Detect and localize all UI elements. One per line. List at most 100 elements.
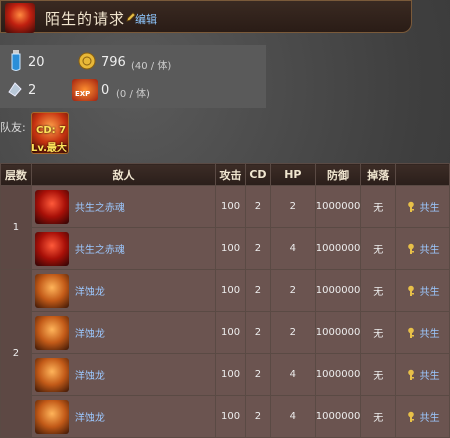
enemy-avatar[interactable]: [34, 399, 69, 434]
floor-cell: 1: [0, 185, 32, 270]
crystal-value: 2: [28, 83, 37, 98]
drop-cell: 无: [360, 269, 397, 312]
enemy-avatar[interactable]: [34, 273, 69, 308]
key-icon: [407, 201, 414, 212]
stats-panel: 20 796 (40 / 体) 2 EXP 0 (0 / 体): [0, 45, 266, 108]
enemy-avatar[interactable]: [34, 231, 69, 266]
attack-cell: 100: [215, 269, 246, 312]
defense-cell: 1000000: [314, 227, 362, 270]
enemy-cell: 洋蚀龙: [30, 311, 217, 354]
enemy-cell: 洋蚀龙: [30, 353, 217, 396]
enemy-cell: 共生之赤魂: [30, 185, 217, 228]
table-row: 洋蚀龙 100 2 2 1000000 无 共生: [1, 311, 450, 354]
hp-cell: 2: [269, 269, 316, 312]
reward-link[interactable]: 共生: [420, 409, 440, 424]
stamina-vial-icon: [11, 50, 21, 71]
reward-cell: 共生: [395, 395, 450, 438]
key-icon: [407, 243, 414, 254]
reward-link[interactable]: 共生: [420, 367, 440, 382]
enemy-name[interactable]: 洋蚀龙: [75, 283, 105, 298]
drop-cell: 无: [360, 353, 397, 396]
hp-cell: 4: [269, 353, 316, 396]
table-row: 1 共生之赤魂 100 2 2 1000000 无 共生: [0, 185, 450, 270]
hp-cell: 2: [269, 311, 316, 354]
attack-cell: 100: [215, 185, 246, 228]
drop-cell: 无: [360, 395, 397, 438]
header-cd: CD: [244, 163, 271, 186]
team-label: 队友:: [0, 121, 26, 134]
coins-value: 796: [101, 55, 126, 70]
cd-cell: 2: [244, 395, 271, 438]
reward-link[interactable]: 共生: [420, 283, 440, 298]
enemy-cell: 洋蚀龙: [30, 395, 217, 438]
attack-cell: 100: [215, 227, 246, 270]
reward-cell: 共生: [395, 269, 450, 312]
reward-cell: 共生: [395, 311, 450, 354]
edit-link[interactable]: 编辑: [135, 11, 157, 27]
hp-cell: 4: [269, 227, 316, 270]
key-icon: [407, 285, 414, 296]
enemy-name[interactable]: 洋蚀龙: [75, 325, 105, 340]
enemy-name[interactable]: 共生之赤魂: [75, 241, 125, 256]
defense-cell: 1000000: [314, 185, 362, 228]
defense-cell: 1000000: [314, 269, 362, 312]
header-floor: 层数: [0, 163, 32, 186]
exp-value: 0: [101, 83, 110, 98]
drop-cell: 无: [360, 185, 397, 228]
enemy-avatar[interactable]: [34, 189, 69, 224]
header-attack: 攻击: [215, 163, 246, 186]
enemy-name[interactable]: 洋蚀龙: [75, 409, 105, 424]
cd-cell: 2: [244, 185, 271, 228]
table-row: 共生之赤魂 100 2 4 1000000 无 共生: [1, 227, 450, 270]
quest-avatar: [5, 3, 35, 33]
defense-cell: 1000000: [314, 353, 362, 396]
exp-icon: EXP: [72, 79, 98, 101]
header-hp: HP: [269, 163, 316, 186]
key-icon: [407, 411, 414, 422]
enemy-name[interactable]: 共生之赤魂: [75, 199, 125, 214]
enemy-name[interactable]: 洋蚀龙: [75, 367, 105, 382]
table-header-row: 层数 敌人 攻击 CD HP 防御 掉落: [0, 163, 450, 186]
table-row: 洋蚀龙 100 2 4 1000000 无 共生: [1, 353, 450, 396]
hp-cell: 2: [269, 185, 316, 228]
reward-cell: 共生: [395, 185, 450, 228]
header-reward: [395, 163, 450, 186]
key-icon: [407, 369, 414, 380]
attack-cell: 100: [215, 311, 246, 354]
teammate-cd: CD: 7: [36, 125, 67, 136]
enemy-table: 层数 敌人 攻击 CD HP 防御 掉落 1 共生之赤魂 100 2 2 100…: [0, 163, 450, 438]
crystal-icon: [8, 82, 22, 97]
header-drop: 掉落: [360, 163, 397, 186]
drop-cell: 无: [360, 311, 397, 354]
coins-rate: (40 / 体): [131, 61, 172, 72]
title-bar: 陌生的请求 编辑: [0, 0, 412, 33]
floor-cell: 2: [0, 269, 32, 438]
cd-cell: 2: [244, 311, 271, 354]
enemy-avatar[interactable]: [34, 315, 69, 350]
attack-cell: 100: [215, 353, 246, 396]
defense-cell: 1000000: [314, 311, 362, 354]
header-defense: 防御: [314, 163, 362, 186]
drop-cell: 无: [360, 227, 397, 270]
gold-coin-icon: [78, 52, 96, 70]
exp-rate: (0 / 体): [116, 89, 150, 100]
enemy-avatar[interactable]: [34, 357, 69, 392]
cd-cell: 2: [244, 227, 271, 270]
attack-cell: 100: [215, 395, 246, 438]
enemy-cell: 洋蚀龙: [30, 269, 217, 312]
reward-link[interactable]: 共生: [420, 241, 440, 256]
cd-cell: 2: [244, 269, 271, 312]
enemy-cell: 共生之赤魂: [30, 227, 217, 270]
table-row: 2 洋蚀龙 100 2 2 1000000 无 共生: [0, 269, 450, 438]
reward-cell: 共生: [395, 353, 450, 396]
reward-link[interactable]: 共生: [420, 325, 440, 340]
key-icon: [407, 327, 414, 338]
stamina-value: 20: [28, 55, 45, 70]
reward-link[interactable]: 共生: [420, 199, 440, 214]
hp-cell: 4: [269, 395, 316, 438]
table-row: 洋蚀龙 100 2 4 1000000 无 共生: [1, 395, 450, 438]
defense-cell: 1000000: [314, 395, 362, 438]
reward-cell: 共生: [395, 227, 450, 270]
cd-cell: 2: [244, 353, 271, 396]
header-enemy: 敌人: [30, 163, 217, 186]
